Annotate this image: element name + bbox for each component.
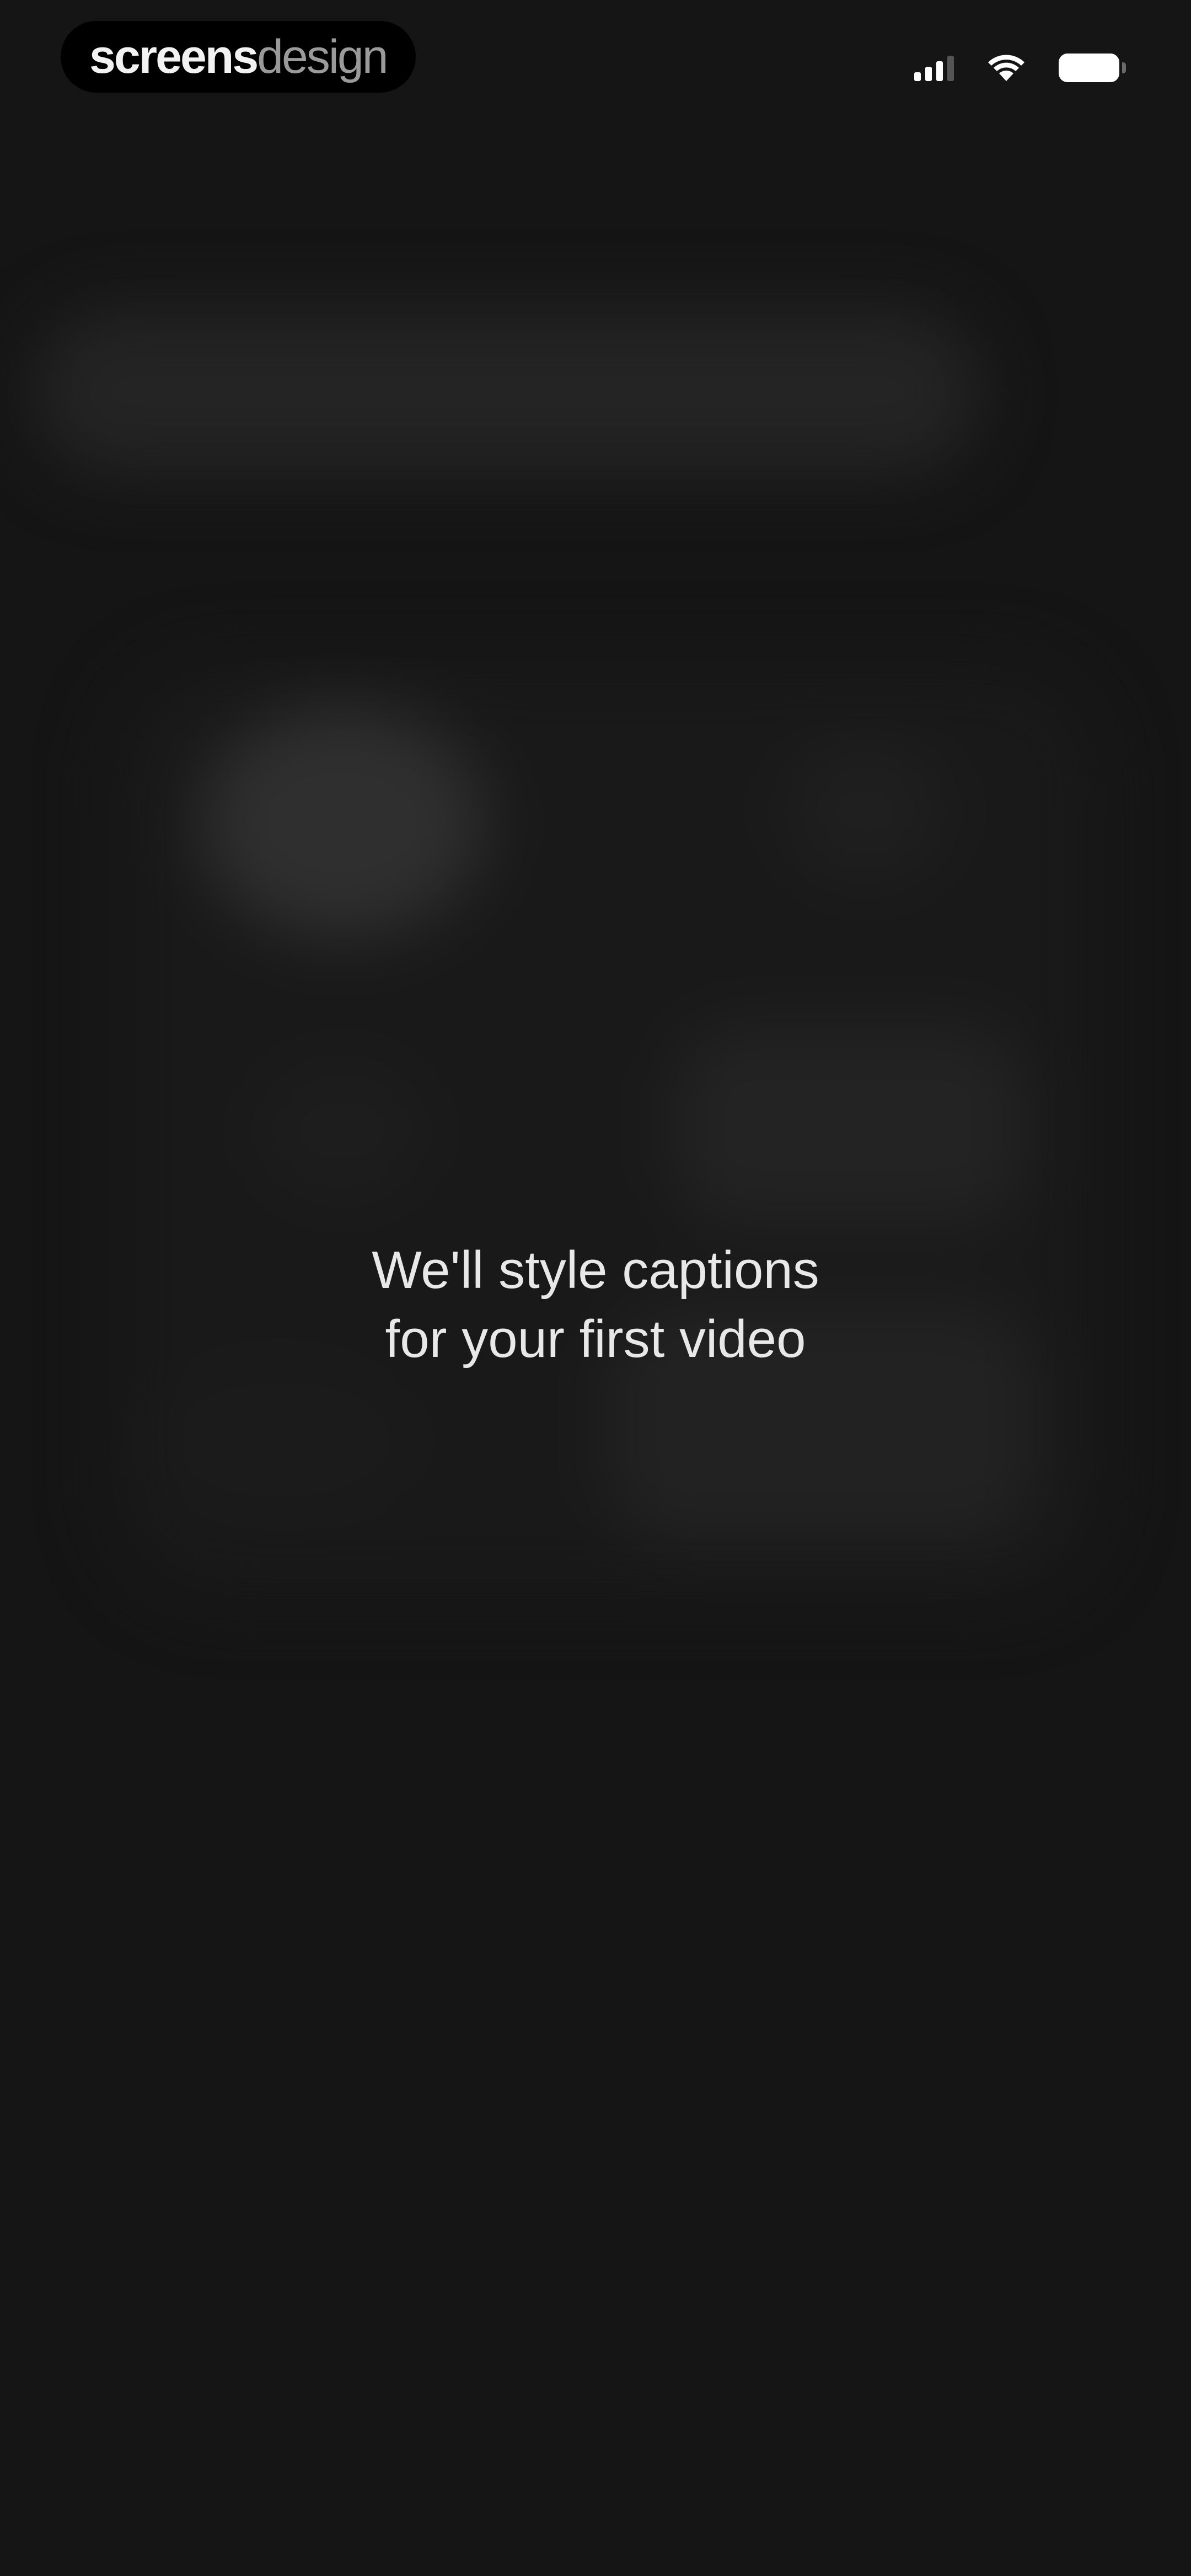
- wifi-icon: [988, 55, 1024, 81]
- blurred-shape: [143, 1357, 419, 1522]
- status-icons: [914, 49, 1126, 87]
- blurred-bar: [33, 309, 981, 474]
- headline-line-1: We'll style captions: [372, 1241, 819, 1300]
- blurred-shape: [783, 739, 948, 883]
- cellular-signal-icon: [914, 55, 954, 81]
- blurred-shape: [254, 1059, 430, 1203]
- blurred-shape: [673, 1026, 1026, 1225]
- onboarding-screen: screens design We'll style captions for y…: [0, 0, 1191, 2576]
- brand-text-bold: screens: [89, 30, 259, 83]
- brand-text-light: design: [257, 30, 388, 83]
- brand-watermark: screens design: [61, 21, 416, 93]
- status-bar: screens design: [0, 0, 1191, 116]
- headline-line-2: for your first video: [385, 1310, 806, 1369]
- headline: We'll style captions for your first vide…: [0, 1236, 1191, 1373]
- battery-icon: [1059, 54, 1126, 82]
- blurred-glow: [198, 706, 485, 938]
